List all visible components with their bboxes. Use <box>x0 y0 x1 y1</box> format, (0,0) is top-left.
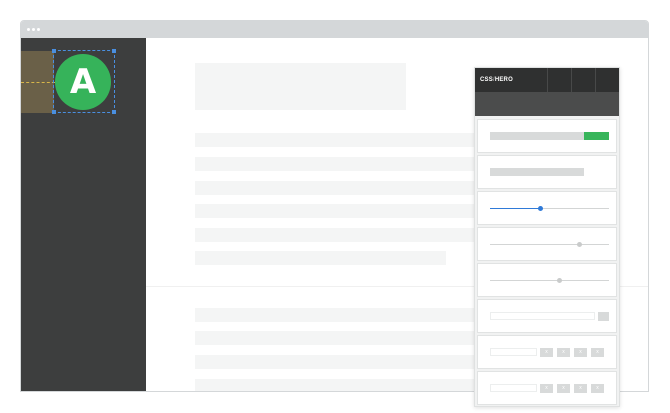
text-line-placeholder <box>195 157 495 171</box>
site-logo[interactable]: A <box>55 54 111 110</box>
text-line-placeholder <box>195 308 495 322</box>
spacing-stepper[interactable]: x <box>591 348 604 357</box>
spacing-stepper[interactable]: x <box>574 348 587 357</box>
spacing-control: x x x x <box>477 335 617 369</box>
spacing-stepper[interactable]: x <box>574 384 587 393</box>
resize-handle[interactable] <box>52 49 56 53</box>
slider-handle[interactable] <box>557 278 562 283</box>
select-control <box>477 299 617 333</box>
slider-control <box>477 227 617 261</box>
brand-suffix: HERO <box>494 77 513 83</box>
brand-text: CSS <box>480 77 493 83</box>
guide-line <box>21 82 55 83</box>
resize-handle[interactable] <box>112 110 116 114</box>
slider-handle[interactable] <box>538 206 543 211</box>
resize-handle[interactable] <box>112 49 116 53</box>
slider-control <box>477 263 617 297</box>
slider-control <box>477 191 617 225</box>
color-swatch[interactable] <box>584 132 609 140</box>
spacing-control: x x x x <box>477 371 617 405</box>
spacing-field[interactable] <box>490 348 537 356</box>
color-value-bar[interactable] <box>490 132 584 140</box>
css-hero-panel: CSS/HERO x x x x x x x x <box>474 67 620 407</box>
panel-tab[interactable] <box>571 68 595 92</box>
dropdown-button[interactable] <box>598 312 609 321</box>
text-line-placeholder <box>195 181 495 195</box>
spacing-stepper[interactable]: x <box>540 384 553 393</box>
text-control <box>477 155 617 189</box>
browser-chrome <box>21 21 648 38</box>
text-line-placeholder <box>195 331 495 345</box>
window-dot-icon[interactable] <box>27 28 30 31</box>
slider-fill <box>490 208 540 209</box>
spacing-field[interactable] <box>490 384 537 392</box>
color-control <box>477 119 617 153</box>
heading-placeholder <box>195 63 406 110</box>
text-value-bar[interactable] <box>490 168 584 176</box>
panel-header: CSS/HERO <box>475 68 619 92</box>
resize-handle[interactable] <box>52 110 56 114</box>
site-sidebar: A <box>21 38 146 391</box>
select-field[interactable] <box>490 312 595 320</box>
spacing-stepper[interactable]: x <box>557 384 570 393</box>
slider-track[interactable] <box>490 280 609 281</box>
window-dot-icon[interactable] <box>37 28 40 31</box>
screenshot-stage: A CSS/HERO x x x x x x x x <box>0 0 670 413</box>
text-line-placeholder <box>195 228 495 242</box>
slider-handle[interactable] <box>577 242 582 247</box>
panel-toolbar <box>475 92 619 116</box>
text-line-placeholder <box>195 379 495 391</box>
slider-track[interactable] <box>490 244 609 245</box>
text-line-placeholder <box>195 133 495 147</box>
panel-brand: CSS/HERO <box>480 68 513 92</box>
panel-tab[interactable] <box>547 68 571 92</box>
spacing-stepper[interactable]: x <box>591 384 604 393</box>
window-dot-icon[interactable] <box>32 28 35 31</box>
spacing-stepper[interactable]: x <box>540 348 553 357</box>
spacing-stepper[interactable]: x <box>557 348 570 357</box>
text-line-placeholder <box>195 204 495 218</box>
text-line-placeholder <box>195 355 495 369</box>
text-line-placeholder <box>195 251 446 265</box>
panel-tab[interactable] <box>595 68 619 92</box>
